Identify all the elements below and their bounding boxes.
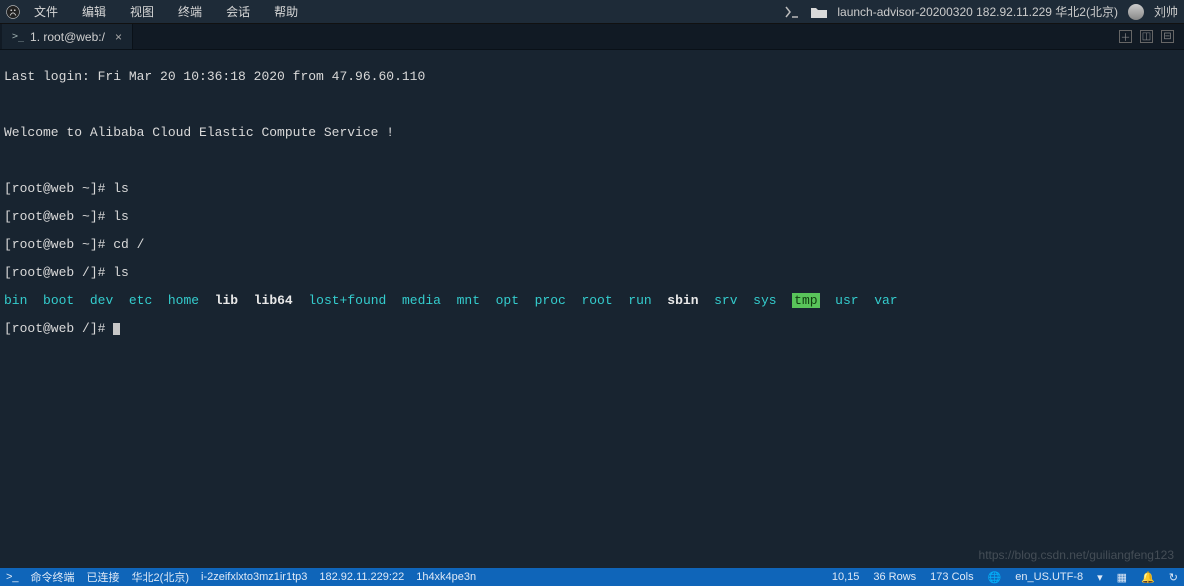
sync-icon[interactable]: ↻ (1169, 571, 1178, 584)
status-extra: 1h4xk4pe3n (416, 571, 476, 583)
menu-terminal[interactable]: 终端 (168, 1, 212, 22)
menu-bar: 文件 编辑 视图 终端 会话 帮助 launch-advisor-2020032… (0, 0, 1184, 24)
window-controls: ＋ ◫ ⊟ (1119, 24, 1184, 49)
terminal-indicator-icon (785, 6, 801, 18)
line-welcome: Welcome to Alibaba Cloud Elastic Compute… (4, 126, 1180, 140)
status-cols: 173 Cols (930, 571, 973, 583)
tab-label: 1. root@web:/ (30, 30, 105, 44)
menu-edit[interactable]: 编辑 (72, 1, 116, 22)
tab-terminal-1[interactable]: >_ 1. root@web:/ × (2, 24, 133, 49)
tab-bar: >_ 1. root@web:/ × ＋ ◫ ⊟ (0, 24, 1184, 50)
menu-session[interactable]: 会话 (216, 1, 260, 22)
status-rows: 36 Rows (873, 571, 916, 583)
status-encoding: en_US.UTF-8 (1015, 571, 1083, 583)
status-connection: 已连接 (87, 569, 120, 585)
session-info: launch-advisor-20200320 182.92.11.229 华北… (837, 3, 1118, 20)
terminal-output[interactable]: Last login: Fri Mar 20 10:36:18 2020 fro… (0, 50, 1184, 568)
user-name: 刘帅 (1154, 3, 1178, 20)
line-ls-1: [root@web ~]# ls (4, 182, 1180, 196)
chevron-down-icon[interactable]: ▾ (1097, 571, 1103, 584)
cursor (113, 323, 120, 335)
blank-line (4, 154, 1180, 168)
menu-view[interactable]: 视图 (120, 1, 164, 22)
bell-icon[interactable]: 🔔 (1141, 571, 1155, 584)
status-ip: 182.92.11.229:22 (319, 571, 404, 583)
menu-file[interactable]: 文件 (24, 1, 68, 22)
watermark: https://blog.csdn.net/guiliangfeng123 (979, 548, 1174, 562)
status-region: 华北2(北京) (132, 569, 189, 585)
menu-help[interactable]: 帮助 (264, 1, 308, 22)
line-ls-root: [root@web /]# ls (4, 266, 1180, 280)
line-last-login: Last login: Fri Mar 20 10:36:18 2020 fro… (4, 70, 1180, 84)
split-horizontal-icon[interactable]: ◫ (1140, 30, 1153, 43)
app-logo-icon (6, 5, 20, 19)
line-current-prompt: [root@web /]# (4, 322, 1180, 336)
line-cd: [root@web ~]# cd / (4, 238, 1180, 252)
blank-line (4, 98, 1180, 112)
avatar[interactable] (1128, 4, 1144, 20)
line-ls-2: [root@web ~]# ls (4, 210, 1180, 224)
status-terminal-label: 命令终端 (31, 569, 75, 585)
add-pane-icon[interactable]: ＋ (1119, 30, 1132, 43)
folder-icon[interactable] (811, 6, 827, 18)
close-icon[interactable]: × (115, 30, 122, 44)
globe-icon: 🌐 (988, 571, 1002, 584)
prompt-icon: >_ (12, 31, 24, 42)
line-dir-listing: bin boot dev etc home lib lib64 lost+fou… (4, 294, 1180, 308)
split-vertical-icon[interactable]: ⊟ (1161, 30, 1174, 43)
menubar-right: launch-advisor-20200320 182.92.11.229 华北… (785, 3, 1178, 20)
status-instance: i-2zeifxlxto3mz1ir1tp3 (201, 571, 307, 583)
dashboard-icon[interactable]: ▦ (1117, 571, 1127, 584)
terminal-icon: >_ (6, 571, 19, 583)
status-bar: >_ 命令终端 已连接 华北2(北京) i-2zeifxlxto3mz1ir1t… (0, 568, 1184, 586)
status-cursor-pos: 10,15 (832, 571, 860, 583)
